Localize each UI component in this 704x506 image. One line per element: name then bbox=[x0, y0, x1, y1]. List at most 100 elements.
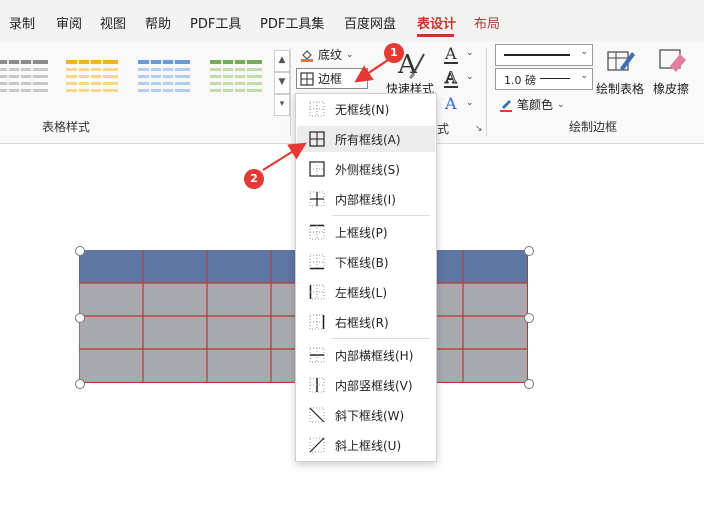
text-outline-a-icon[interactable]: A bbox=[445, 68, 458, 88]
resize-handle-bottom-right[interactable] bbox=[524, 379, 534, 389]
menu-item-inside-borders[interactable]: 内部框线(I) bbox=[297, 186, 435, 212]
step-badge-1: 1 bbox=[384, 43, 404, 63]
chevron-down-icon: ⌄ bbox=[557, 99, 565, 110]
chevron-down-icon[interactable]: ⌄ bbox=[466, 48, 474, 58]
dialog-launcher-icon[interactable]: ↘ bbox=[475, 124, 483, 134]
diagonal-up-border-icon bbox=[309, 437, 325, 453]
menu-item-left-border[interactable]: 左框线(L) bbox=[297, 279, 435, 305]
menu-item-top-border[interactable]: 上框线(P) bbox=[297, 219, 435, 245]
pen-weight-select[interactable]: 1.0 磅 ⌄ bbox=[495, 68, 593, 90]
table-style-thumb-gray[interactable] bbox=[0, 56, 50, 100]
bottom-border-icon bbox=[309, 254, 325, 270]
no-border-icon bbox=[309, 101, 325, 117]
chevron-down-icon: ⌄ bbox=[580, 71, 588, 81]
menu-item-outside-borders[interactable]: 外侧框线(S) bbox=[297, 156, 435, 182]
inside-borders-icon bbox=[309, 191, 325, 207]
menu-item-pdf-toolset[interactable]: PDF工具集 bbox=[260, 13, 324, 32]
chevron-down-icon: ⌄ bbox=[354, 73, 362, 84]
menu-item-all-borders[interactable]: 所有框线(A) bbox=[297, 126, 435, 152]
menu-separator bbox=[332, 338, 430, 339]
right-border-icon bbox=[309, 314, 325, 330]
chevron-down-icon[interactable]: ⌄ bbox=[466, 98, 474, 108]
pen-style-select[interactable]: ⌄ bbox=[495, 44, 593, 66]
text-effects-a-icon[interactable]: A bbox=[445, 94, 457, 113]
menu-item-table-design[interactable]: 表设计 bbox=[417, 13, 456, 32]
pen-weight-line bbox=[540, 78, 570, 79]
quick-styles-brush-icon bbox=[408, 53, 425, 80]
chevron-down-icon: ⌄ bbox=[346, 49, 354, 60]
pen-color-label: 笔颜色 bbox=[517, 98, 554, 112]
table-style-green-preview bbox=[210, 58, 262, 96]
table-style-thumb-green[interactable] bbox=[208, 56, 264, 100]
menu-item-no-border[interactable]: 无框线(N) bbox=[297, 96, 435, 122]
menu-item-diagonal-up-border[interactable]: 斜上框线(U) bbox=[297, 432, 435, 458]
menu-item-diagonal-down-border[interactable]: 斜下框线(W) bbox=[297, 402, 435, 428]
shading-label: 底纹 bbox=[318, 48, 343, 62]
inside-horizontal-border-icon bbox=[309, 347, 325, 363]
active-tab-underline bbox=[417, 34, 454, 37]
menu-item-inside-vertical-border[interactable]: 内部竖框线(V) bbox=[297, 372, 435, 398]
menu-item-baidu-netdisk[interactable]: 百度网盘 bbox=[344, 13, 396, 32]
menu-item-label: 上框线(P) bbox=[335, 225, 388, 240]
eraser-icon[interactable] bbox=[656, 46, 686, 76]
menu-item-record[interactable]: 录制 bbox=[9, 13, 35, 32]
pen-style-line bbox=[504, 54, 570, 56]
gallery-more[interactable]: ▾ bbox=[274, 94, 290, 116]
menu-item-label: 内部竖框线(V) bbox=[335, 378, 413, 393]
shading-bucket-icon bbox=[300, 48, 314, 62]
menu-item-label: 内部横框线(H) bbox=[335, 348, 414, 363]
all-borders-icon bbox=[309, 131, 325, 147]
eraser-label[interactable]: 橡皮擦 bbox=[653, 80, 689, 97]
shading-button[interactable]: 底纹 ⌄ bbox=[300, 46, 354, 63]
menu-item-label: 斜上框线(U) bbox=[335, 438, 402, 453]
step-badge-2: 2 bbox=[244, 169, 264, 189]
table-style-gold-preview bbox=[66, 58, 118, 96]
table-styles-group-label: 表格样式 bbox=[42, 120, 91, 134]
menu-item-layout[interactable]: 布局 bbox=[474, 13, 500, 32]
menu-separator bbox=[332, 215, 430, 216]
top-border-icon bbox=[309, 224, 325, 240]
menu-item-bottom-border[interactable]: 下框线(B) bbox=[297, 249, 435, 275]
left-border-icon bbox=[309, 284, 325, 300]
menu-item-label: 下框线(B) bbox=[335, 255, 389, 270]
text-fill-underline bbox=[444, 62, 458, 64]
gallery-scroll-down[interactable]: ▼ bbox=[274, 72, 290, 94]
menu-item-view[interactable]: 视图 bbox=[100, 13, 126, 32]
resize-handle-middle-right[interactable] bbox=[524, 313, 534, 323]
menu-item-label: 右框线(R) bbox=[335, 315, 389, 330]
menu-item-help[interactable]: 帮助 bbox=[145, 13, 171, 32]
inside-vertical-border-icon bbox=[309, 377, 325, 393]
borders-label: 边框 bbox=[318, 72, 343, 86]
pen-weight-value: 1.0 磅 bbox=[504, 74, 536, 87]
menu-item-pdf-tools[interactable]: PDF工具 bbox=[190, 13, 241, 32]
menu-item-label: 斜下框线(W) bbox=[335, 408, 405, 423]
borders-grid-icon bbox=[300, 71, 314, 86]
menu-item-review[interactable]: 审阅 bbox=[56, 13, 82, 32]
text-fill-a-icon[interactable]: A bbox=[445, 44, 457, 63]
art-styles-group-label: 式 bbox=[437, 122, 450, 136]
pen-color-button[interactable]: 笔颜色 ⌄ bbox=[499, 96, 565, 113]
draw-table-pencil-icon[interactable] bbox=[606, 46, 636, 76]
draw-table-label[interactable]: 绘制表格 bbox=[596, 80, 644, 97]
chevron-down-icon[interactable]: ⌄ bbox=[466, 72, 474, 82]
diagonal-down-border-icon bbox=[309, 407, 325, 423]
resize-handle-top-right[interactable] bbox=[524, 246, 534, 256]
text-outline-underline bbox=[444, 86, 458, 88]
menu-item-right-border[interactable]: 右框线(R) bbox=[297, 309, 435, 335]
table-style-thumb-gold[interactable] bbox=[64, 56, 120, 100]
resize-handle-top-left[interactable] bbox=[75, 246, 85, 256]
borders-dropdown-menu: 无框线(N) 所有框线(A) 外侧框线(S) 内部框线(I) 上框线(P) 下框… bbox=[295, 93, 437, 462]
table-style-gray-preview bbox=[0, 58, 48, 96]
pen-color-icon bbox=[499, 98, 513, 112]
menu-item-label: 所有框线(A) bbox=[335, 132, 401, 147]
menu-item-inside-horizontal-border[interactable]: 内部横框线(H) bbox=[297, 342, 435, 368]
gallery-scroll-up[interactable]: ▲ bbox=[274, 50, 290, 72]
menu-item-label: 左框线(L) bbox=[335, 285, 388, 300]
separator bbox=[486, 48, 487, 136]
borders-button[interactable]: 边框 ⌄ bbox=[296, 68, 368, 89]
menu-item-label: 内部框线(I) bbox=[335, 192, 396, 207]
resize-handle-middle-left[interactable] bbox=[75, 313, 85, 323]
resize-handle-bottom-left[interactable] bbox=[75, 379, 85, 389]
table-style-thumb-blue[interactable] bbox=[136, 56, 192, 100]
table-style-blue-preview bbox=[138, 58, 190, 96]
